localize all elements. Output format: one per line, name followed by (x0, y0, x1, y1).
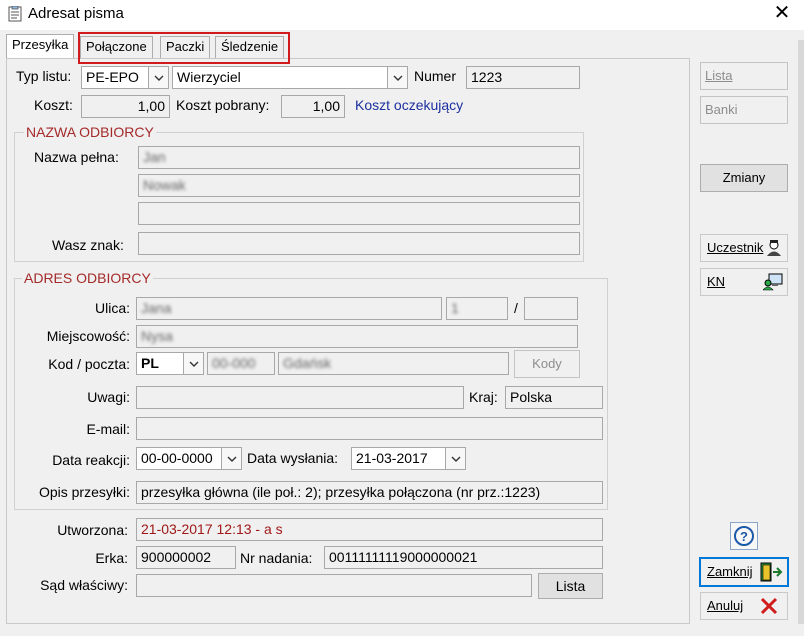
sad-wlasciwy-field[interactable] (136, 574, 532, 597)
chevron-down-icon[interactable] (148, 67, 168, 88)
data-wyslania-label: Data wysłania: (247, 450, 339, 466)
slash-label: / (514, 300, 518, 316)
computer-user-icon (762, 273, 783, 300)
kody-button[interactable]: Kody (514, 350, 580, 378)
typ-listu-label: Typ listu: (16, 68, 72, 84)
data-reakcji-picker[interactable]: 00-00-0000 (136, 447, 242, 470)
email-field[interactable] (136, 417, 603, 440)
exit-door-icon (759, 562, 783, 591)
kn-label: KN (707, 274, 726, 289)
opis-przesylki-field[interactable]: przesyłka główna (ile poł.: 2); przesyłk… (136, 481, 603, 504)
post-office-field[interactable]: Gdańsk (278, 352, 509, 375)
data-reakcji-value: 00-00-0000 (141, 450, 213, 466)
ulica-value: Jana (141, 300, 172, 316)
document-icon (8, 5, 22, 22)
kraj-label: Kraj: (469, 389, 498, 405)
nazwa-odbiorcy-title: NAZWA ODBIORCY (24, 124, 156, 140)
nazwa-pelna-label: Nazwa pełna: (34, 149, 119, 165)
recipient-type-select[interactable]: Wierzyciel (172, 66, 408, 89)
tab-sledzenie[interactable]: Śledzenie (215, 36, 285, 58)
uwagi-label: Uwagi: (87, 389, 130, 405)
sad-lista-button[interactable]: Lista (538, 573, 603, 599)
country-code-value: PL (141, 355, 159, 371)
help-button[interactable]: ? (730, 522, 758, 550)
nazwa-pelna-line2-value: Nowak (143, 177, 186, 193)
miejscowosc-label: Miejscowość: (46, 328, 130, 344)
close-icon[interactable]: ✕ (772, 2, 792, 24)
erka-label: Erka: (95, 550, 128, 566)
ulica-field[interactable]: Jana (136, 297, 442, 320)
chevron-down-icon[interactable] (445, 448, 465, 469)
koszt-label: Koszt: (34, 97, 73, 113)
numer-label: Numer (414, 68, 457, 84)
uczestnik-label: Uczestnik (707, 240, 764, 255)
cancel-x-icon (759, 596, 779, 625)
recipient-type-value: Wierzyciel (177, 69, 241, 85)
house-number-field[interactable]: 1 (446, 297, 508, 320)
wasz-znak-field[interactable] (138, 232, 580, 255)
postal-code-value: 00-000 (212, 355, 256, 371)
wasz-znak-label: Wasz znak: (52, 237, 124, 253)
anuluj-button[interactable]: Anuluj (700, 592, 788, 620)
erka-field[interactable]: 900000002 (136, 546, 236, 569)
koszt-pobrany-label: Koszt pobrany: (176, 97, 270, 113)
tab-paczki[interactable]: Paczki (160, 36, 211, 58)
anuluj-label: Anuluj (707, 598, 744, 613)
kod-poczta-label: Kod / poczta: (48, 356, 130, 372)
zmiany-button[interactable]: Zmiany (700, 164, 788, 192)
uwagi-field[interactable] (136, 386, 464, 409)
zamknij-button[interactable]: Zamknij (699, 557, 789, 587)
help-icon: ? (734, 526, 754, 546)
kn-button[interactable]: KN (700, 268, 788, 296)
post-office-value: Gdańsk (283, 355, 332, 371)
chevron-down-icon[interactable] (221, 448, 241, 469)
chevron-down-icon[interactable] (387, 67, 407, 88)
country-code-select[interactable]: PL (136, 352, 204, 375)
numer-field[interactable]: 1223 (466, 66, 580, 89)
banki-button[interactable]: Banki (700, 96, 788, 124)
miejscowosc-field[interactable]: Nysa (136, 325, 578, 348)
utworzona-label: Utworzona: (57, 522, 128, 538)
nazwa-pelna-line1[interactable]: Jan (138, 146, 580, 169)
koszt-oczekujacy-link[interactable]: Koszt oczekujący (355, 97, 463, 113)
email-label: E-mail: (86, 421, 130, 437)
koszt-pobrany-field[interactable]: 1,00 (281, 95, 345, 118)
data-wyslania-value: 21-03-2017 (356, 450, 428, 466)
data-reakcji-label: Data reakcji: (52, 452, 130, 468)
miejscowosc-value: Nysa (141, 328, 173, 344)
nazwa-pelna-line1-value: Jan (143, 149, 166, 165)
adres-odbiorcy-title: ADRES ODBIORCY (22, 270, 153, 286)
sad-wlasciwy-label: Sąd właściwy: (40, 577, 128, 593)
typ-listu-value: PE-EPO (86, 69, 139, 85)
house-number-value: 1 (451, 300, 459, 316)
ulica-label: Ulica: (94, 300, 130, 316)
tab-przesylka[interactable]: Przesyłka (6, 34, 75, 58)
zamknij-label: Zamknij (707, 564, 753, 579)
nazwa-pelna-line3[interactable] (138, 202, 580, 225)
chevron-down-icon[interactable] (183, 353, 203, 374)
flat-number-field[interactable] (524, 297, 578, 320)
typ-listu-select[interactable]: PE-EPO (81, 66, 169, 89)
user-icon (765, 239, 783, 266)
window-frame-edge (798, 40, 804, 624)
data-wyslania-picker[interactable]: 21-03-2017 (351, 447, 466, 470)
tab-polaczone[interactable]: Połączone (80, 36, 153, 58)
uczestnik-button[interactable]: Uczestnik (700, 234, 788, 262)
nr-nadania-field[interactable]: 00111111119000000021 (324, 546, 603, 569)
utworzona-field: 21-03-2017 12:13 - a s (136, 518, 603, 541)
koszt-field[interactable]: 1,00 (81, 95, 170, 118)
window-title: Adresat pisma (28, 5, 124, 22)
opis-przesylki-label: Opis przesyłki: (38, 484, 130, 500)
kraj-field[interactable]: Polska (505, 386, 603, 409)
lista-button[interactable]: Lista (700, 62, 788, 90)
nazwa-pelna-line2[interactable]: Nowak (138, 174, 580, 197)
postal-code-field[interactable]: 00-000 (207, 352, 275, 375)
nr-nadania-label: Nr nadania: (240, 550, 313, 566)
